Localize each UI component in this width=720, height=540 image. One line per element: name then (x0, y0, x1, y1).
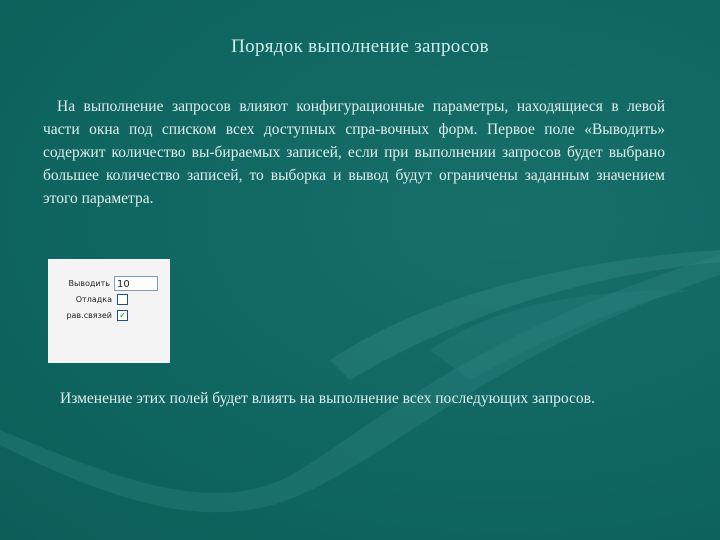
links-row: рав.связей ✓ (50, 310, 128, 321)
body-paragraph-2: Изменение этих полей будет влиять на вып… (60, 390, 595, 407)
debug-label: Отладка (75, 295, 112, 304)
links-label: рав.связей (66, 311, 112, 320)
body-paragraph-1: На выполнение запросов влияют конфигурац… (43, 98, 665, 207)
links-checkbox[interactable]: ✓ (117, 310, 128, 321)
output-row: Выводить 10 (52, 276, 158, 291)
debug-row: Отладка (52, 294, 128, 305)
slide: Порядок выполнение запросов На выполнени… (0, 0, 720, 540)
query-settings-screenshot: Выводить 10 Отладка рав.связей ✓ (48, 259, 170, 363)
debug-checkbox[interactable] (117, 294, 128, 305)
output-count-input[interactable]: 10 (114, 276, 158, 291)
output-label: Выводить (68, 279, 110, 288)
slide-title: Порядок выполнение запросов (231, 36, 489, 57)
